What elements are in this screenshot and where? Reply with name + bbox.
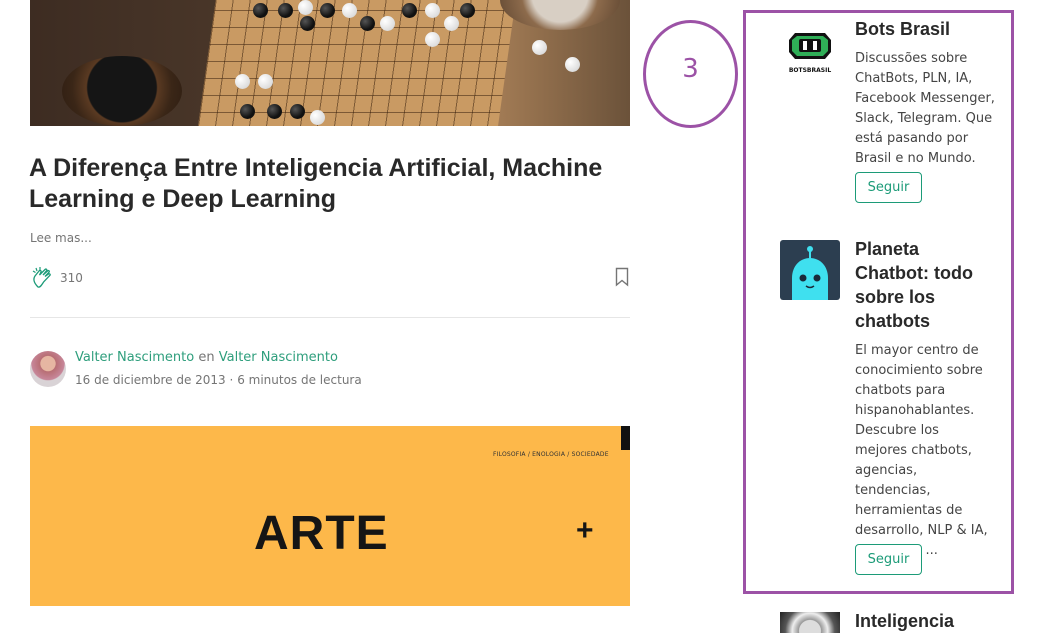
post-date[interactable]: 16 de diciembre de 2013 [75, 373, 226, 387]
inteligencia-logo[interactable] [780, 612, 840, 633]
plus-icon: + [576, 514, 594, 547]
clap-count: 310 [60, 271, 83, 285]
clap-control[interactable]: 310 [30, 265, 83, 291]
follow-button[interactable]: Seguir [855, 544, 922, 575]
bookmark-icon[interactable] [614, 267, 630, 291]
post-image[interactable]: FILOSOFIA / ENOLOGIA / SOCIEDADE ARTE + [30, 426, 630, 606]
stone-bowl [500, 0, 620, 30]
publication-name[interactable]: Bots Brasil [855, 17, 990, 41]
author-connector: en [198, 350, 215, 365]
image-tags: FILOSOFIA / ENOLOGIA / SOCIEDADE [493, 451, 609, 458]
clap-icon[interactable] [30, 265, 56, 291]
author-line: Valter Nascimento en Valter Nascimento [75, 350, 338, 365]
image-title: ARTE [254, 507, 389, 560]
post-title[interactable]: A Diferença Entre Inteligencia Artificia… [29, 153, 629, 215]
read-more-link[interactable]: Lee mas... [30, 231, 92, 245]
read-time: 6 minutos de lectura [237, 373, 362, 387]
publication-link[interactable]: Valter Nascimento [219, 350, 338, 365]
post-divider [30, 317, 630, 318]
publication-name[interactable]: Inteligencia [855, 609, 990, 633]
publication-name[interactable]: Planeta Chatbot: todo sobre los chatbots [855, 237, 990, 333]
author-avatar[interactable] [30, 351, 66, 387]
publication-description: El mayor centro de conocimiento sobre ch… [855, 343, 988, 558]
image-corner-mark [621, 426, 630, 450]
publication-description: Discussões sobre ChatBots, PLN, IA, Face… [855, 51, 995, 166]
author-link[interactable]: Valter Nascimento [75, 350, 194, 365]
follow-button[interactable]: Seguir [855, 172, 922, 203]
meta-separator: · [229, 373, 234, 387]
planeta-chatbot-logo[interactable] [780, 240, 840, 300]
post-hero-image[interactable] [30, 0, 630, 126]
stone-bowl [62, 56, 182, 126]
annotation-number: 3 [682, 54, 699, 84]
svg-text:BOTSBRASIL: BOTSBRASIL [789, 67, 831, 74]
bots-brasil-logo[interactable]: BOTSBRASIL [780, 22, 840, 82]
post-meta: 16 de diciembre de 2013 · 6 minutos de l… [75, 373, 362, 387]
